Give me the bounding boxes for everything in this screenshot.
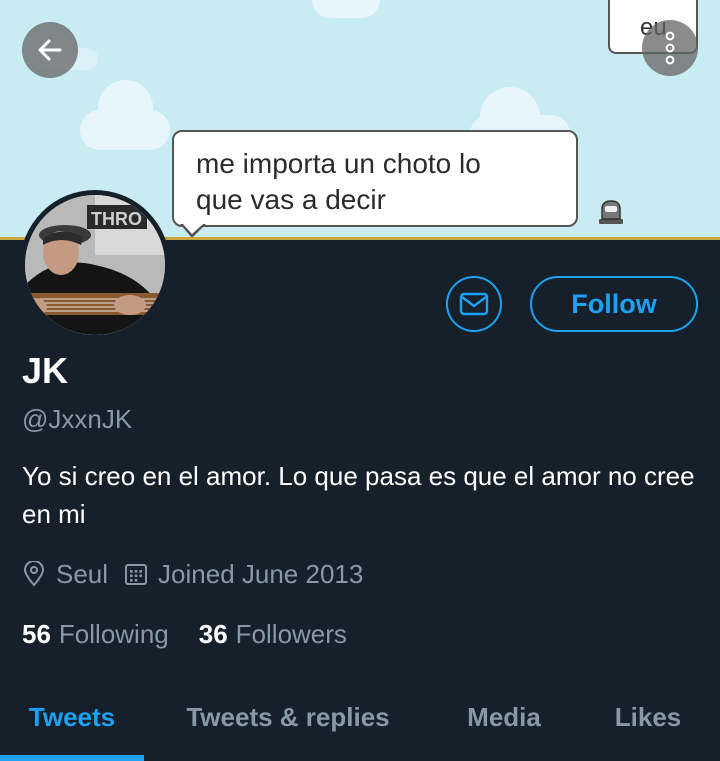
bio: Yo si creo en el amor. Lo que pasa es qu…: [22, 461, 695, 529]
user-handle: @JxxnJK: [22, 404, 133, 434]
tab-likes[interactable]: Likes: [576, 690, 720, 761]
envelope-icon: [459, 292, 489, 316]
message-button[interactable]: [446, 276, 502, 332]
display-name: JK: [22, 350, 69, 391]
followers-stat[interactable]: 36 Followers: [199, 619, 347, 650]
bell-icon: [599, 200, 623, 224]
join-date: Joined June 2013: [124, 559, 363, 590]
active-tab-indicator: [0, 755, 144, 761]
following-label: Following: [58, 618, 169, 649]
profile-tabs: Tweets Tweets & replies Media Likes: [0, 690, 720, 761]
join-date-text: Joined June 2013: [158, 558, 364, 589]
tab-tweets[interactable]: Tweets: [0, 690, 144, 761]
more-options-button[interactable]: [642, 20, 698, 76]
arrow-left-icon: [38, 39, 62, 61]
back-button[interactable]: [22, 22, 78, 78]
tab-tweets-and-replies[interactable]: Tweets & replies: [144, 690, 432, 761]
banner-speech-bubble: me importa un choto lo que vas a decir: [172, 130, 578, 227]
location-pin-icon: [23, 561, 45, 587]
banner-speech-line: que vas a decir: [196, 184, 386, 215]
speech-bubble-tail-inner: [183, 224, 203, 234]
banner-cloud: [312, 0, 380, 18]
svg-text:THRO: THRO: [91, 209, 142, 229]
banner-speech-line: me importa un choto lo: [196, 148, 481, 179]
following-count: 56: [22, 618, 51, 649]
avatar-photo: THRO: [25, 195, 165, 335]
follow-stats: 56 Following 36 Followers: [22, 618, 377, 650]
followers-count: 36: [198, 618, 228, 649]
avatar[interactable]: THRO: [20, 190, 170, 340]
tab-media[interactable]: Media: [432, 690, 576, 761]
follow-button[interactable]: Follow: [530, 276, 698, 332]
more-vertical-icon: [665, 31, 675, 65]
following-stat[interactable]: 56 Following: [22, 619, 169, 650]
followers-label: Followers: [235, 618, 347, 649]
banner-cloud: [80, 80, 170, 150]
calendar-icon: [125, 564, 148, 585]
profile-meta: Seul Joined June 2013: [22, 558, 379, 590]
location: Seul: [22, 559, 108, 590]
location-text: Seul: [56, 558, 109, 589]
